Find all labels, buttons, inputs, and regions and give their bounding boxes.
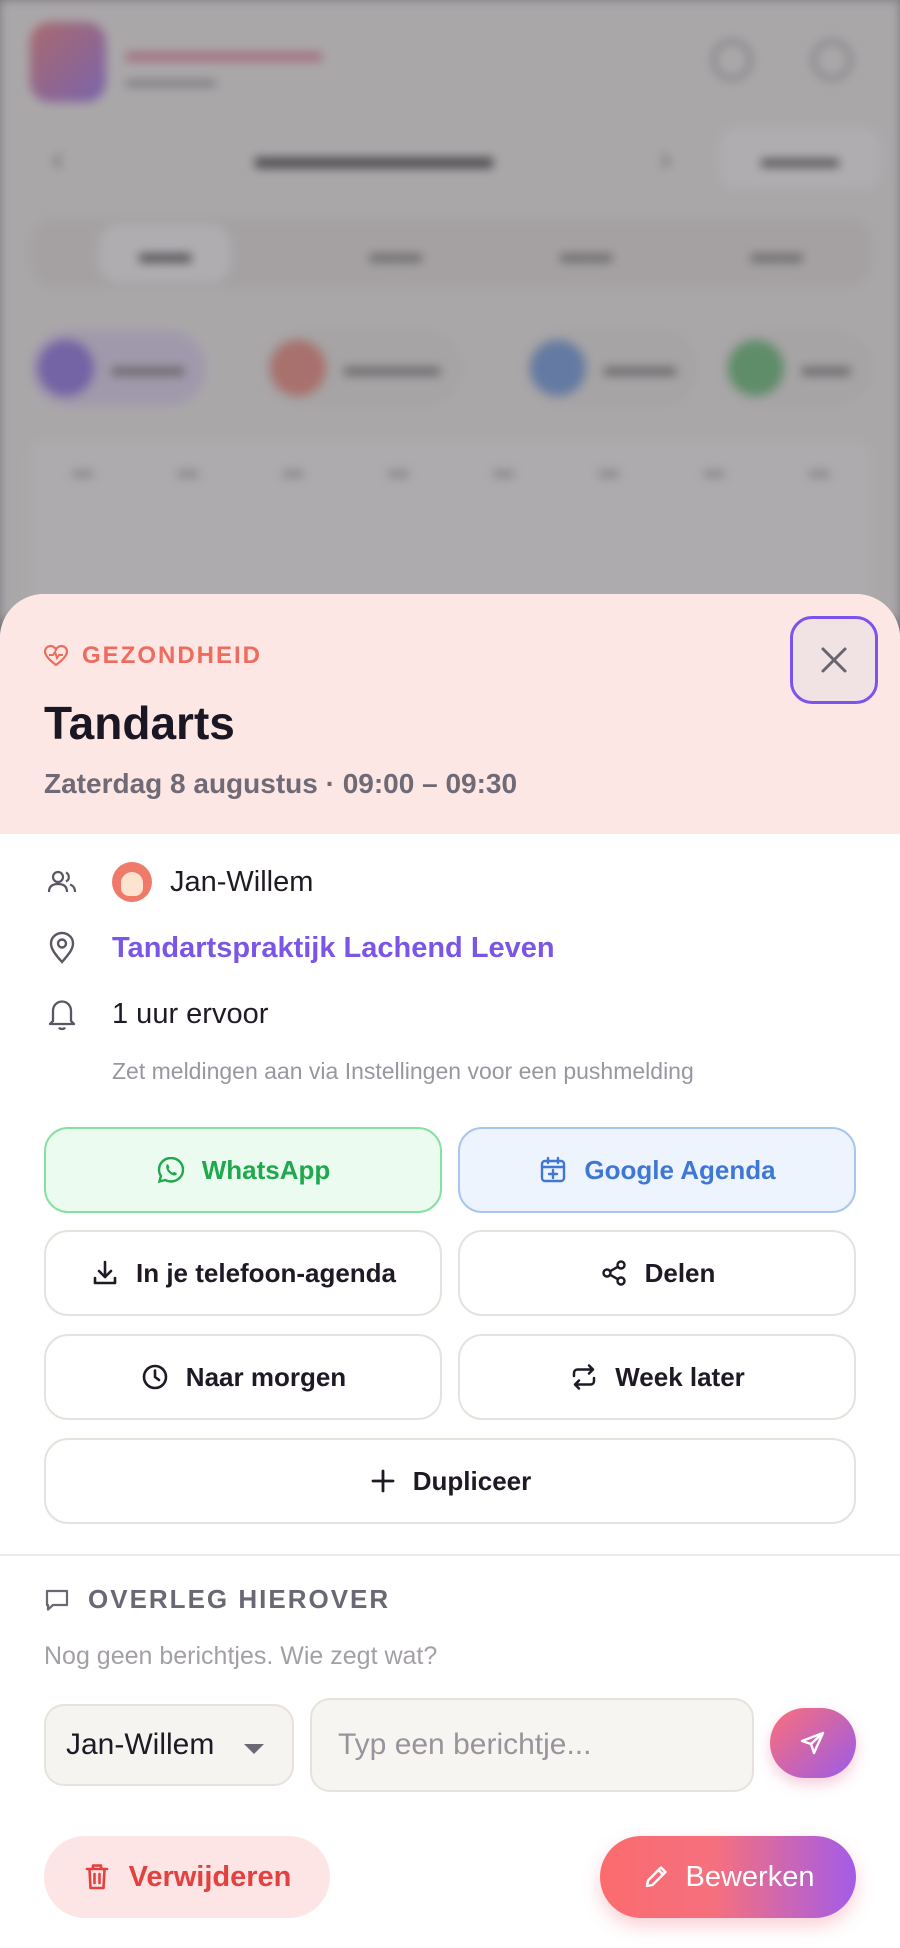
share-icon [601, 1260, 626, 1286]
reminder-hint: Zet meldingen aan via Instellingen voor … [112, 1058, 694, 1084]
users-icon [44, 864, 80, 900]
chevron-down-icon [244, 1744, 264, 1754]
discussion-title: OVERLEG HIEROVER [88, 1584, 391, 1614]
google-calendar-label: Google Agenda [584, 1154, 776, 1185]
location-row: Tandartspraktijk Lachend Leven [44, 930, 555, 966]
message-icon [45, 1589, 69, 1611]
event-category: GEZONDHEID [44, 642, 262, 670]
share-button[interactable]: Delen [458, 1230, 856, 1316]
move-to-tomorrow-button[interactable]: Naar morgen [44, 1334, 442, 1420]
participant-row: Jan-Willem [44, 862, 313, 902]
calendar-plus-icon [541, 1156, 566, 1183]
delete-label: Verwijderen [128, 1860, 292, 1893]
whatsapp-button[interactable]: WhatsApp [44, 1127, 442, 1213]
empty-messages-text: Nog geen berichtjes. Wie zegt wat? [44, 1642, 438, 1670]
delete-button[interactable]: Verwijderen [44, 1836, 330, 1918]
reminder-row: 1 uur ervoor [44, 996, 268, 1032]
week-later-label: Week later [615, 1361, 745, 1392]
divider [0, 1554, 900, 1556]
trash-icon [85, 1864, 108, 1890]
google-calendar-button[interactable]: Google Agenda [458, 1127, 856, 1213]
location-link[interactable]: Tandartspraktijk Lachend Leven [112, 932, 555, 965]
to-tomorrow-label: Naar morgen [185, 1361, 347, 1392]
phone-calendar-button[interactable]: In je telefoon-agenda [44, 1230, 442, 1316]
week-later-button[interactable]: Week later [458, 1334, 856, 1420]
avatar [112, 862, 152, 902]
map-pin-icon [44, 930, 80, 966]
message-input[interactable] [310, 1698, 754, 1792]
clock-icon [142, 1364, 168, 1390]
edit-label: Bewerken [685, 1860, 815, 1893]
bell-icon [44, 996, 80, 1032]
event-header: GEZONDHEID Tandarts Zaterdag 8 augustus … [0, 594, 900, 834]
event-title: Tandarts [44, 697, 235, 749]
duplicate-button[interactable]: Dupliceer [44, 1438, 856, 1524]
send-icon [800, 1731, 825, 1755]
plus-icon [371, 1469, 395, 1493]
share-label: Delen [644, 1257, 716, 1288]
sender-value: Jan-Willem [66, 1728, 215, 1761]
sender-select[interactable]: Jan-Willem [44, 1704, 294, 1786]
repeat-icon [572, 1364, 596, 1390]
event-datetime: Zaterdag 8 augustus · 09:00 – 09:30 [44, 768, 518, 799]
event-detail-sheet: GEZONDHEID Tandarts Zaterdag 8 augustus … [0, 594, 900, 1948]
reminder-text: 1 uur ervoor [112, 997, 269, 1030]
phone-calendar-label: In je telefoon-agenda [135, 1257, 397, 1288]
pencil-icon [645, 1866, 667, 1888]
close-icon [821, 647, 847, 673]
category-label: GEZONDHEID [82, 642, 263, 669]
heart-pulse-icon [44, 645, 68, 667]
whatsapp-label: WhatsApp [201, 1154, 331, 1185]
close-button[interactable] [790, 616, 878, 704]
edit-button[interactable]: Bewerken [600, 1836, 856, 1918]
whatsapp-icon [157, 1156, 184, 1184]
send-button[interactable] [770, 1708, 856, 1778]
discussion-header: OVERLEG HIEROVER [44, 1584, 390, 1615]
download-icon [93, 1260, 117, 1285]
participant-name: Jan-Willem [170, 865, 314, 898]
duplicate-label: Dupliceer [412, 1465, 532, 1496]
